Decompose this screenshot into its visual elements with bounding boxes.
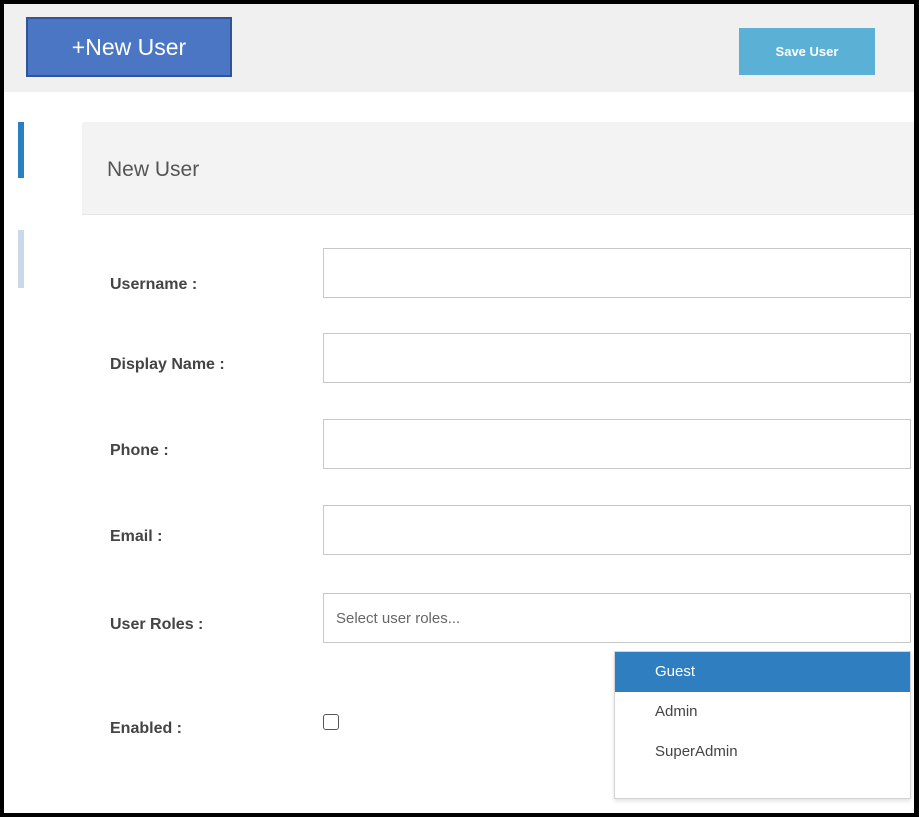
sidebar-tab[interactable] [18,230,24,288]
enabled-label: Enabled : [110,720,183,737]
phone-input[interactable] [323,419,911,469]
email-input[interactable] [323,505,911,555]
new-user-panel: New User Username : Display Name : Phone… [82,122,914,813]
user-roles-dropdown: Guest Admin SuperAdmin [614,651,911,799]
display-name-label: Display Name : [110,356,225,373]
save-user-button[interactable]: Save User [739,28,875,75]
top-toolbar: +New User Save User [4,4,914,92]
enabled-checkbox[interactable] [323,714,339,730]
role-option-superadmin[interactable]: SuperAdmin [615,732,910,772]
panel-title: New User [107,158,200,181]
role-option-admin[interactable]: Admin [615,692,910,732]
new-user-button[interactable]: +New User [26,17,232,77]
display-name-input[interactable] [323,333,911,383]
user-roles-select[interactable] [323,593,911,643]
role-option-guest[interactable]: Guest [615,652,910,692]
user-roles-label: User Roles : [110,616,204,633]
email-label: Email : [110,528,163,545]
username-label: Username : [110,276,198,293]
username-input[interactable] [323,248,911,298]
sidebar-tab-active[interactable] [18,122,24,178]
panel-header: New User [82,122,914,215]
phone-label: Phone : [110,442,169,459]
app-window: +New User Save User New User Username : … [0,0,919,817]
